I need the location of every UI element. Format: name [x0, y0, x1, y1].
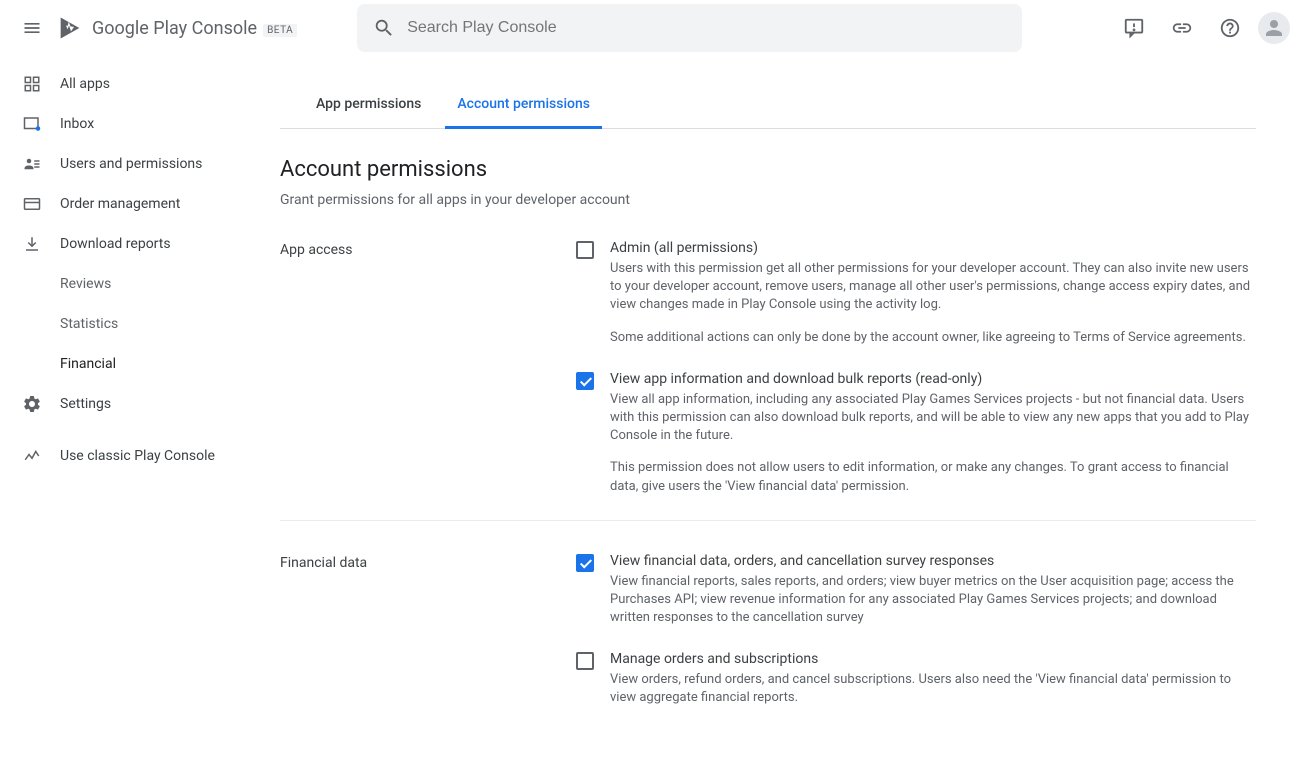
permission-view-app-info: View app information and download bulk r…	[576, 371, 1256, 496]
permission-description: View all app information, including any …	[610, 391, 1256, 496]
permission-title: Admin (all permissions)	[610, 240, 1256, 256]
permission-description: Users with this permission get all other…	[610, 260, 1256, 347]
sidebar-item-label: Download reports	[60, 236, 171, 252]
menu-button[interactable]	[12, 8, 52, 48]
tab-account-permissions[interactable]: Account permissions	[445, 96, 602, 129]
permission-manage-orders: Manage orders and subscriptions View ord…	[576, 651, 1256, 707]
announcement-icon	[1123, 17, 1145, 39]
person-icon	[1262, 16, 1286, 40]
sidebar-item-label: Use classic Play Console	[60, 448, 215, 464]
logo-text: Google Play Console	[92, 18, 257, 39]
link-icon	[1171, 17, 1193, 39]
section-app-access: App access Admin (all permissions) Users…	[280, 232, 1256, 521]
sidebar-item-label: Statistics	[60, 316, 118, 332]
app-header: Google Play Console BETA	[0, 0, 1302, 56]
download-icon	[20, 232, 44, 256]
checkbox-view-app-info[interactable]	[576, 372, 594, 390]
sidebar-item-label: Users and permissions	[60, 156, 202, 172]
sidebar-item-reviews[interactable]: Reviews	[0, 264, 280, 304]
sidebar-item-label: Settings	[60, 396, 111, 412]
play-logo-icon	[56, 14, 84, 42]
search-bar[interactable]	[357, 4, 1022, 52]
header-actions	[1114, 8, 1290, 48]
checkbox-admin[interactable]	[576, 241, 594, 259]
sidebar-item-financial[interactable]: Financial	[0, 344, 280, 384]
search-icon	[373, 17, 395, 39]
announcement-button[interactable]	[1114, 8, 1154, 48]
page-subtitle: Grant permissions for all apps in your d…	[280, 192, 1256, 208]
sidebar: All apps Inbox Users and permissions Ord…	[0, 56, 280, 756]
sidebar-item-label: All apps	[60, 76, 110, 92]
sidebar-item-settings[interactable]: Settings	[0, 384, 280, 424]
users-icon	[20, 152, 44, 176]
sidebar-item-classic[interactable]: Use classic Play Console	[0, 436, 280, 476]
section-label: Financial data	[280, 553, 576, 708]
checkbox-manage-orders[interactable]	[576, 652, 594, 670]
logo[interactable]: Google Play Console BETA	[56, 14, 297, 42]
search-input[interactable]	[407, 19, 1006, 37]
sidebar-item-statistics[interactable]: Statistics	[0, 304, 280, 344]
permission-title: View financial data, orders, and cancell…	[610, 553, 1256, 569]
gear-icon	[20, 392, 44, 416]
hamburger-icon	[22, 18, 42, 38]
sidebar-item-orders[interactable]: Order management	[0, 184, 280, 224]
permission-title: View app information and download bulk r…	[610, 371, 1256, 387]
sidebar-item-label: Inbox	[60, 116, 94, 132]
page-title: Account permissions	[280, 157, 1256, 182]
sidebar-item-label: Reviews	[60, 276, 111, 292]
help-button[interactable]	[1210, 8, 1250, 48]
beta-badge: BETA	[263, 24, 297, 37]
checkbox-view-financial[interactable]	[576, 554, 594, 572]
sidebar-item-label: Order management	[60, 196, 180, 212]
inbox-icon	[20, 112, 44, 136]
sidebar-item-label: Financial	[60, 356, 116, 372]
sidebar-item-users[interactable]: Users and permissions	[0, 144, 280, 184]
account-avatar[interactable]	[1258, 12, 1290, 44]
link-button[interactable]	[1162, 8, 1202, 48]
permission-title: Manage orders and subscriptions	[610, 651, 1256, 667]
card-icon	[20, 192, 44, 216]
tab-app-permissions[interactable]: App permissions	[304, 96, 433, 128]
permission-description: View financial reports, sales reports, a…	[610, 573, 1256, 628]
apps-icon	[20, 72, 44, 96]
section-financial-data: Financial data View financial data, orde…	[280, 545, 1256, 732]
help-icon	[1219, 17, 1241, 39]
permission-admin: Admin (all permissions) Users with this …	[576, 240, 1256, 347]
permission-description: View orders, refund orders, and cancel s…	[610, 671, 1256, 707]
chart-icon	[20, 444, 44, 468]
main-content: App permissions Account permissions Acco…	[280, 56, 1280, 756]
permission-view-financial: View financial data, orders, and cancell…	[576, 553, 1256, 628]
section-label: App access	[280, 240, 576, 496]
sidebar-item-inbox[interactable]: Inbox	[0, 104, 280, 144]
sidebar-item-downloads[interactable]: Download reports	[0, 224, 280, 264]
sidebar-item-all-apps[interactable]: All apps	[0, 64, 280, 104]
tabs: App permissions Account permissions	[280, 96, 1256, 129]
